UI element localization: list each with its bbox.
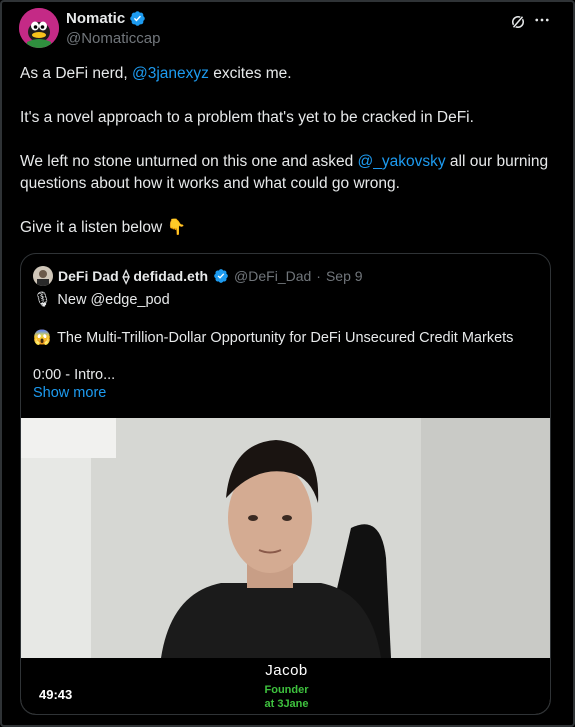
quoted-line-2: 😱 The Multi-Trillion-Dollar Opportunity … (33, 329, 514, 347)
tweet-paragraph: It's a novel approach to a problem that'… (20, 109, 474, 126)
verified-badge-icon[interactable] (129, 10, 146, 27)
text-segment: As a DeFi nerd, (20, 65, 132, 82)
tweet-paragraph: As a DeFi nerd, @3janexyz excites me. (20, 63, 550, 85)
text-segment: Give it a listen below (20, 219, 163, 236)
author-avatar[interactable] (19, 8, 59, 48)
pointing-down-emoji: 👇 (166, 219, 186, 236)
quoted-author-avatar[interactable] (33, 266, 53, 286)
mention-link[interactable]: @_yakovsky (358, 153, 446, 170)
text-segment: excites me. (208, 65, 292, 82)
video-duration: 49:43 (39, 687, 73, 702)
quoted-text: New @edge_pod (57, 291, 170, 308)
mention-link[interactable]: @3janexyz (132, 65, 209, 82)
video-player[interactable]: Jacob Founder at 3Jane 49:43 (21, 418, 550, 714)
video-frame-image (21, 418, 550, 658)
quoted-tweet-card[interactable]: DeFi Dad ⟠ defidad.eth @DeFi_Dad · Sep 9… (20, 253, 551, 715)
text-segment: We left no stone unturned on this one an… (20, 153, 358, 170)
video-caption-name: Jacob (265, 662, 308, 679)
quoted-tweet-date[interactable]: Sep 9 (326, 268, 363, 284)
quoted-text: 0:00 - Intro... (33, 367, 116, 383)
tweet-text: As a DeFi nerd, @3janexyz excites me. It… (20, 63, 550, 261)
tweet-paragraph: Give it a listen below 👇 (20, 217, 550, 239)
author-name-row: Nomatic (66, 10, 146, 27)
quoted-author-name[interactable]: DeFi Dad ⟠ defidad.eth (58, 268, 208, 285)
quoted-line-3: 0:00 - Intro... (33, 367, 115, 383)
avatar-image (33, 266, 53, 286)
quoted-tweet-header: DeFi Dad ⟠ defidad.eth @DeFi_Dad · Sep 9 (33, 266, 363, 286)
shocked-face-emoji: 😱 (33, 330, 52, 346)
microphone-emoji: 🎙 (33, 292, 52, 308)
video-caption-role: Founder at 3Jane (21, 683, 550, 711)
author-handle[interactable]: @Nomaticcap (66, 30, 160, 47)
grok-icon[interactable] (509, 13, 527, 31)
quoted-line-1: 🎙 New @edge_pod (33, 291, 170, 309)
meta-separator: · (316, 268, 321, 284)
caption-role-line: Founder (264, 684, 309, 696)
more-icon[interactable] (533, 11, 551, 29)
quoted-author-handle[interactable]: @DeFi_Dad (234, 268, 311, 284)
tweet-paragraph: We left no stone unturned on this one an… (20, 151, 550, 195)
quoted-text: The Multi-Trillion-Dollar Opportunity fo… (57, 329, 514, 346)
show-more-link[interactable]: Show more (33, 385, 106, 401)
duck-avatar-image (19, 8, 59, 48)
author-display-name[interactable]: Nomatic (66, 10, 125, 27)
caption-role-line: at 3Jane (264, 698, 309, 710)
verified-badge-icon (214, 269, 228, 283)
